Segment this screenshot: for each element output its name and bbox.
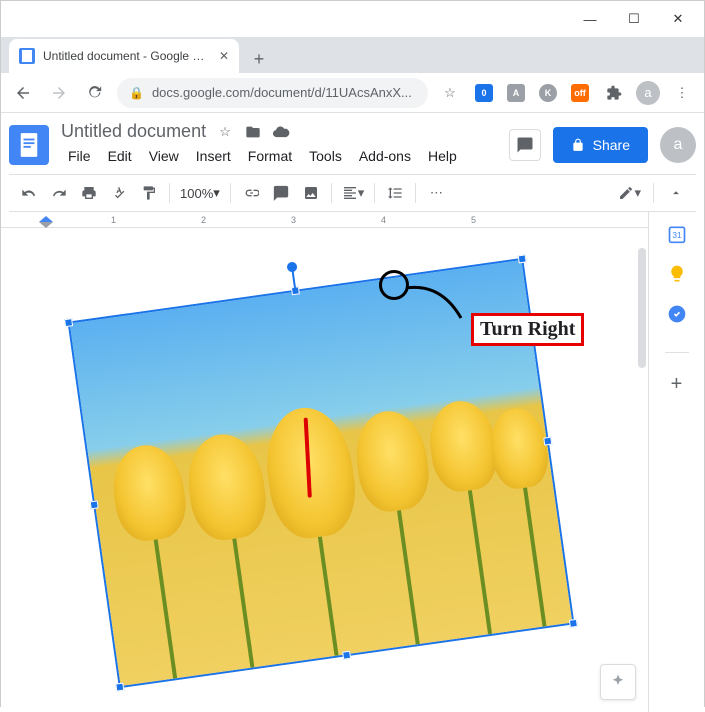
- keep-icon[interactable]: [667, 264, 687, 284]
- collapse-toolbar-button[interactable]: [662, 179, 690, 207]
- insert-image-button[interactable]: [297, 179, 325, 207]
- tab-close-icon[interactable]: ✕: [219, 49, 229, 63]
- toolbar: 100% ▾ + ▾ ⋯ ▾: [9, 174, 696, 212]
- paint-format-button[interactable]: [135, 179, 163, 207]
- menu-addons[interactable]: Add-ons: [352, 144, 418, 168]
- spellcheck-button[interactable]: [105, 179, 133, 207]
- resize-handle-r[interactable]: [543, 437, 552, 446]
- menu-format[interactable]: Format: [241, 144, 299, 168]
- undo-button[interactable]: [15, 179, 43, 207]
- cloud-status-icon[interactable]: [272, 123, 290, 141]
- menu-file[interactable]: File: [61, 144, 98, 168]
- resize-handle-br[interactable]: [569, 619, 578, 628]
- browser-profile-avatar[interactable]: a: [636, 81, 660, 105]
- menu-edit[interactable]: Edit: [101, 144, 139, 168]
- back-button[interactable]: [9, 79, 37, 107]
- vertical-scrollbar[interactable]: [638, 248, 646, 368]
- resize-handle-tr[interactable]: [518, 254, 527, 263]
- menu-insert[interactable]: Insert: [189, 144, 238, 168]
- forward-button[interactable]: [45, 79, 73, 107]
- menu-help[interactable]: Help: [421, 144, 464, 168]
- move-icon[interactable]: [244, 123, 262, 141]
- document-canvas-area: 1 2 3 4 5: [1, 212, 648, 712]
- calendar-icon[interactable]: 31: [667, 224, 687, 244]
- account-avatar[interactable]: a: [660, 127, 696, 163]
- svg-text:+: +: [278, 187, 283, 196]
- reload-button[interactable]: [81, 79, 109, 107]
- line-spacing-button[interactable]: [381, 179, 409, 207]
- svg-text:31: 31: [672, 230, 682, 240]
- resize-handle-b[interactable]: [342, 651, 351, 660]
- docs-header: Untitled document ☆ File Edit View Inser…: [1, 113, 704, 212]
- add-comment-button[interactable]: +: [267, 179, 295, 207]
- bookmark-star-icon[interactable]: ☆: [436, 79, 464, 107]
- resize-handle-bl[interactable]: [115, 683, 124, 692]
- docs-logo[interactable]: [9, 125, 49, 165]
- url-text: docs.google.com/document/d/11UAcsAnxX...: [152, 85, 412, 100]
- annotation-arrow: [401, 278, 481, 328]
- new-tab-button[interactable]: +: [245, 45, 273, 73]
- lock-icon: 🔒: [129, 86, 144, 100]
- horizontal-ruler[interactable]: 1 2 3 4 5: [1, 212, 648, 228]
- annotation-label: Turn Right: [471, 313, 584, 346]
- browser-tab[interactable]: Untitled document - Google Doc ✕: [9, 39, 239, 73]
- resize-handle-tl[interactable]: [64, 318, 73, 327]
- share-button[interactable]: Share: [553, 127, 648, 163]
- lock-icon: [571, 138, 585, 152]
- add-addon-icon[interactable]: +: [667, 373, 687, 393]
- menu-tools[interactable]: Tools: [302, 144, 349, 168]
- indent-marker-icon[interactable]: [39, 216, 53, 228]
- menu-view[interactable]: View: [142, 144, 186, 168]
- tab-title: Untitled document - Google Doc: [43, 49, 211, 63]
- extension-3[interactable]: K: [536, 81, 560, 105]
- redo-button[interactable]: [45, 179, 73, 207]
- star-icon[interactable]: ☆: [216, 123, 234, 141]
- side-panel: 31 +: [648, 212, 704, 712]
- print-button[interactable]: [75, 179, 103, 207]
- browser-tabstrip: Untitled document - Google Doc ✕ +: [1, 37, 704, 73]
- resize-handle-l[interactable]: [90, 500, 99, 509]
- extension-2[interactable]: A: [504, 81, 528, 105]
- rotate-handle[interactable]: [286, 261, 297, 272]
- zoom-select[interactable]: 100% ▾: [176, 179, 224, 207]
- browser-address-bar: 🔒 docs.google.com/document/d/11UAcsAnxX.…: [1, 73, 704, 113]
- document-canvas[interactable]: Turn Right: [1, 228, 648, 712]
- extension-4[interactable]: off: [568, 81, 592, 105]
- window-maximize[interactable]: ☐: [612, 4, 656, 34]
- insert-link-button[interactable]: [237, 179, 265, 207]
- comments-button[interactable]: [509, 129, 541, 161]
- document-title[interactable]: Untitled document: [61, 121, 206, 142]
- more-button[interactable]: ⋯: [422, 179, 450, 207]
- extension-1[interactable]: 0: [472, 81, 496, 105]
- tasks-icon[interactable]: [667, 304, 687, 324]
- align-button[interactable]: ▾: [338, 179, 369, 207]
- docs-favicon: [19, 48, 35, 64]
- explore-button[interactable]: [600, 664, 636, 700]
- editing-mode-button[interactable]: ▾: [614, 179, 645, 207]
- window-minimize[interactable]: —: [568, 4, 612, 34]
- omnibox[interactable]: 🔒 docs.google.com/document/d/11UAcsAnxX.…: [117, 78, 428, 108]
- main-area: 1 2 3 4 5: [1, 212, 704, 712]
- window-titlebar: — ☐ ✕: [1, 1, 704, 37]
- window-close[interactable]: ✕: [656, 4, 700, 34]
- browser-menu-icon[interactable]: ⋮: [668, 79, 696, 107]
- menubar: File Edit View Insert Format Tools Add-o…: [61, 144, 497, 168]
- extensions-puzzle-icon[interactable]: [600, 79, 628, 107]
